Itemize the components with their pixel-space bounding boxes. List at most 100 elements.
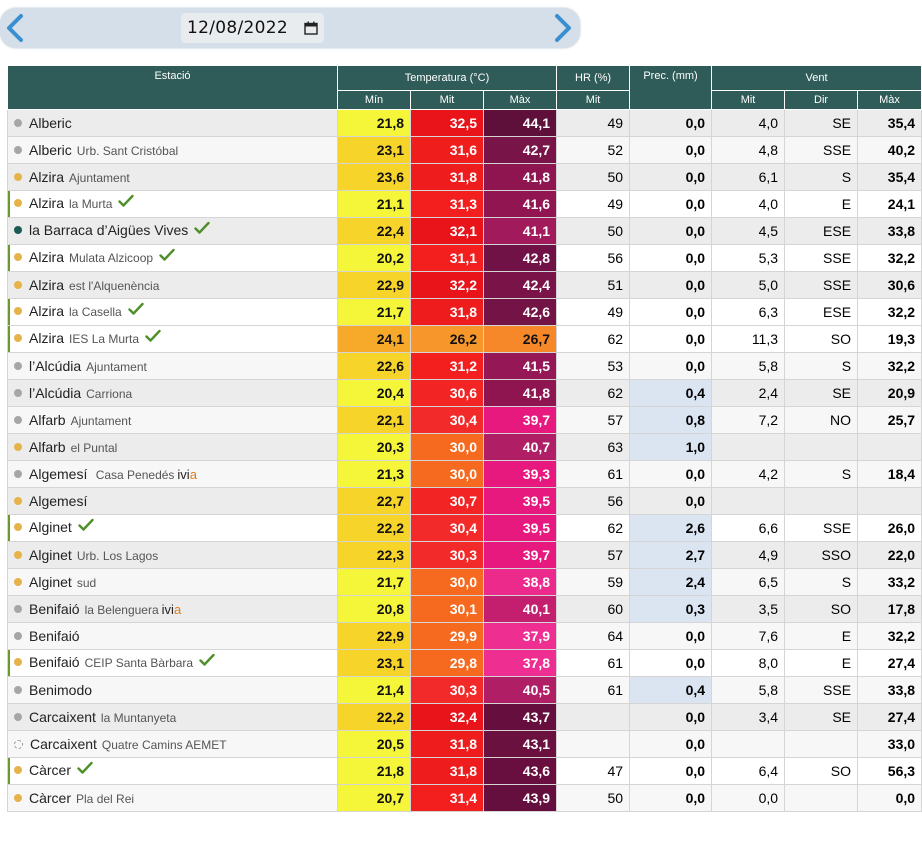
station-cell[interactable]: Alzira Ajuntament — [7, 163, 338, 191]
header-precipitation[interactable]: Prec. (mm) — [629, 65, 713, 110]
table-row[interactable]: Alzira la Murta 21,1 31,3 41,6 49 0,0 4,0… — [7, 190, 922, 218]
table-row[interactable]: Càrcer 21,8 31,8 43,6 47 0,0 6,4 SO 56,3 — [7, 757, 922, 785]
station-cell[interactable]: Alzira la Murta — [7, 190, 338, 218]
header-wind-dir[interactable]: Dir — [784, 90, 859, 110]
temp-mid: 31,1 — [410, 244, 484, 272]
station-cell[interactable]: l’Alcúdia Carriona — [7, 379, 338, 407]
station-cell[interactable]: Alzira est l'Alquenència — [7, 271, 338, 299]
station-cell[interactable]: Càrcer Pla del Rei — [7, 784, 338, 812]
table-row[interactable]: Alfarb Ajuntament 22,1 30,4 39,7 57 0,8 7… — [7, 406, 922, 434]
humidity-mid: 61 — [556, 649, 631, 677]
wind-max: 35,4 — [857, 163, 922, 191]
table-row[interactable]: l’Alcúdia Carriona 20,4 30,6 41,8 62 0,4 … — [7, 379, 922, 407]
table-row[interactable]: Alginet sud 21,7 30,0 38,8 59 2,4 6,5 S 3… — [7, 568, 922, 596]
wind-dir: SSE — [784, 676, 859, 704]
station-cell[interactable]: Alginet Urb. Los Lagos — [7, 541, 338, 569]
wind-max: 19,3 — [857, 325, 922, 353]
header-wind-max[interactable]: Màx — [857, 90, 922, 110]
table-row[interactable]: Benifaió 22,9 29,9 37,9 64 0,0 7,6 E 32,… — [7, 622, 922, 650]
header-temp-min[interactable]: Mín — [337, 90, 411, 110]
header-station[interactable]: Estació — [7, 65, 338, 110]
header-humidity-mid[interactable]: Mit — [556, 90, 631, 110]
precipitation-value: 0,0 — [629, 298, 713, 326]
table-row[interactable]: Alzira IES La Murta 24,1 26,2 26,7 62 0,0… — [7, 325, 922, 353]
station-cell[interactable]: Alginet — [7, 514, 338, 542]
table-row[interactable]: Alfarb el Puntal 20,3 30,0 40,7 63 1,0 — [7, 433, 922, 461]
table-row[interactable]: Carcaixent Quatre Camins AEMET 20,5 31,8 … — [7, 730, 922, 758]
status-dot — [14, 253, 22, 262]
status-dot — [14, 173, 22, 182]
station-cell[interactable]: Carcaixent Quatre Camins AEMET — [7, 730, 338, 758]
wind-mid — [711, 730, 786, 758]
precipitation-value: 0,0 — [629, 109, 713, 137]
temp-min: 23,6 — [337, 163, 411, 191]
header-wind-mid[interactable]: Mit — [711, 90, 786, 110]
station-cell[interactable]: Algemesí Casa Penedés ivia — [7, 460, 338, 488]
next-day-button[interactable] — [548, 8, 578, 48]
table-row[interactable]: Algemesí Casa Penedés ivia 21,3 30,0 39,3… — [7, 460, 922, 488]
precipitation-value: 0,0 — [629, 757, 713, 785]
header-temp-max[interactable]: Màx — [482, 90, 558, 110]
temp-min: 22,7 — [337, 487, 411, 515]
table-row[interactable]: Càrcer Pla del Rei 20,7 31,4 43,9 50 0,0 … — [7, 784, 922, 812]
station-cell[interactable]: Benifaió la Belenguera ivia — [7, 595, 338, 623]
temp-mid: 31,6 — [410, 136, 484, 164]
table-row[interactable]: Alzira est l'Alquenència 22,9 32,2 42,4 5… — [7, 271, 922, 299]
weather-data-table: Estació Temperatura (°C) HR (%) Prec. (m… — [7, 65, 922, 812]
station-cell[interactable]: Alberic Urb. Sant Cristóbal — [7, 136, 338, 164]
station-cell[interactable]: Alfarb Ajuntament — [7, 406, 338, 434]
table-row[interactable]: Algemesí 22,7 30,7 39,5 56 0,0 — [7, 487, 922, 515]
check-icon — [128, 302, 144, 319]
table-row[interactable]: Carcaixent la Muntanyeta 22,2 32,4 43,7 0… — [7, 703, 922, 731]
table-row[interactable]: Alginet Urb. Los Lagos 22,3 30,3 39,7 57 … — [7, 541, 922, 569]
table-row[interactable]: Alberic Urb. Sant Cristóbal 23,1 31,6 42,… — [7, 136, 922, 164]
station-location: Casa Penedés — [92, 468, 175, 482]
date-value: 12/08/2022 — [187, 18, 288, 38]
temp-min: 21,8 — [337, 757, 411, 785]
table-row[interactable]: l’Alcúdia Ajuntament 22,6 31,2 41,5 53 0,… — [7, 352, 922, 380]
station-cell[interactable]: Alfarb el Puntal — [7, 433, 338, 461]
station-cell[interactable]: la Barraca d’Aigües Vives — [7, 217, 338, 245]
station-cell[interactable]: l’Alcúdia Ajuntament — [7, 352, 338, 380]
humidity-mid: 49 — [556, 190, 631, 218]
wind-mid: 4,8 — [711, 136, 786, 164]
station-cell[interactable]: Alberic — [7, 109, 338, 137]
wind-max: 32,2 — [857, 298, 922, 326]
previous-day-button[interactable] — [0, 8, 30, 48]
station-cell[interactable]: Benifaió CEIP Santa Bàrbara — [7, 649, 338, 677]
humidity-mid: 53 — [556, 352, 631, 380]
table-row[interactable]: Benifaió CEIP Santa Bàrbara 23,1 29,8 37,… — [7, 649, 922, 677]
station-location: Quatre Camins AEMET — [101, 738, 227, 752]
station-cell[interactable]: Algemesí — [7, 487, 338, 515]
header-temp-mid[interactable]: Mit — [410, 90, 484, 110]
station-location: IES La Murta — [69, 332, 140, 347]
table-row[interactable]: Alberic 21,8 32,5 44,1 49 0,0 4,0 SE 35,… — [7, 109, 922, 137]
table-row[interactable]: Benimodo 21,4 30,3 40,5 61 0,4 5,8 SSE 3… — [7, 676, 922, 704]
station-cell[interactable]: Alginet sud — [7, 568, 338, 596]
station-name: Alzira — [29, 303, 65, 320]
station-cell[interactable]: Benifaió — [7, 622, 338, 650]
calendar-icon[interactable] — [304, 21, 318, 35]
temp-max: 40,7 — [482, 433, 558, 461]
status-dot — [14, 578, 22, 587]
wind-mid: 2,4 — [711, 379, 786, 407]
status-dot — [14, 470, 22, 479]
station-cell[interactable]: Alzira IES La Murta — [7, 325, 338, 353]
table-row[interactable]: la Barraca d’Aigües Vives 22,4 32,1 41,1… — [7, 217, 922, 245]
table-row[interactable]: Benifaió la Belenguera ivia 20,8 30,1 40,1… — [7, 595, 922, 623]
station-cell[interactable]: Càrcer — [7, 757, 338, 785]
temp-min: 22,1 — [337, 406, 411, 434]
temp-mid: 31,3 — [410, 190, 484, 218]
station-cell[interactable]: Alzira Mulata Alzicoop — [7, 244, 338, 272]
table-row[interactable]: Alginet 22,2 30,4 39,5 62 2,6 6,6 SSE 26… — [7, 514, 922, 542]
station-cell[interactable]: Benimodo — [7, 676, 338, 704]
date-input[interactable]: 12/08/2022 — [181, 13, 324, 43]
table-row[interactable]: Alzira Mulata Alzicoop 20,2 31,1 42,8 56 … — [7, 244, 922, 272]
wind-max: 0,0 — [857, 784, 922, 812]
table-row[interactable]: Alzira la Casella 21,7 31,8 42,6 49 0,0 6… — [7, 298, 922, 326]
table-row[interactable]: Alzira Ajuntament 23,6 31,8 41,8 50 0,0 6… — [7, 163, 922, 191]
station-name: Alginet — [29, 519, 72, 536]
station-cell[interactable]: Carcaixent la Muntanyeta — [7, 703, 338, 731]
station-cell[interactable]: Alzira la Casella — [7, 298, 338, 326]
wind-max: 40,2 — [857, 136, 922, 164]
